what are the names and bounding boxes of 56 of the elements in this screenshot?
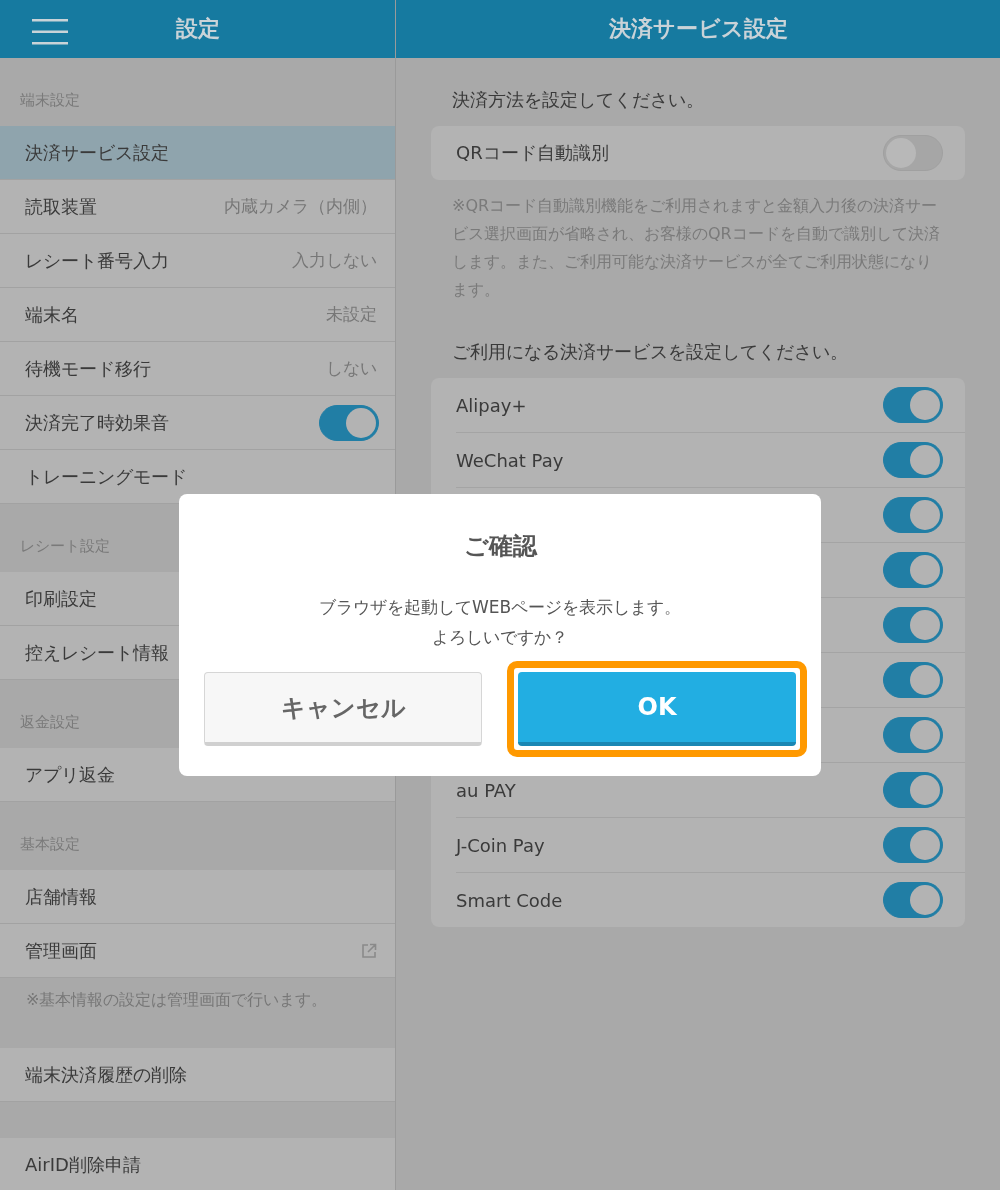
item-label: 決済完了時効果音 xyxy=(25,410,169,435)
toggle-switch[interactable] xyxy=(883,662,943,698)
toggle-switch[interactable] xyxy=(883,827,943,863)
page-title: 決済サービス設定 xyxy=(608,15,788,43)
dialog-message: ブラウザを起動してWEBページを表示します。 よろしいですか？ xyxy=(317,596,683,649)
menu-icon[interactable] xyxy=(32,19,68,45)
item-label: 控えレシート情報 xyxy=(25,640,169,665)
item-label: 印刷設定 xyxy=(25,586,97,611)
toggle-switch[interactable] xyxy=(883,717,943,753)
toggle-switch[interactable] xyxy=(883,882,943,918)
setting-label: QRコード自動識別 xyxy=(456,141,609,165)
cancel-button[interactable]: キャンセル xyxy=(204,672,482,746)
toggle-switch[interactable] xyxy=(883,135,943,171)
settings-item[interactable]: レシート番号入力 入力しない xyxy=(0,234,395,288)
settings-item[interactable]: 読取装置 内蔵カメラ（内側） xyxy=(0,180,395,234)
service-label: Alipay+ xyxy=(456,394,527,416)
section-heading: 決済方法を設定してください。 xyxy=(451,88,705,112)
service-label: Smart Code xyxy=(456,889,563,911)
item-label: 待機モード移行 xyxy=(25,356,151,381)
toggle-switch[interactable] xyxy=(883,607,943,643)
item-label: 決済サービス設定 xyxy=(25,140,169,165)
settings-item[interactable]: 決済サービス設定 xyxy=(0,126,395,180)
settings-item[interactable]: 端末決済履歴の削除 xyxy=(0,1048,395,1102)
external-link-icon xyxy=(361,942,377,959)
item-label: AirID削除申請 xyxy=(25,1152,141,1177)
settings-item[interactable]: AirID削除申請 xyxy=(0,1138,395,1190)
item-label: 読取装置 xyxy=(25,194,97,219)
toggle-switch[interactable] xyxy=(883,497,943,533)
item-value: しない xyxy=(326,357,377,380)
settings-item[interactable]: 管理画面 xyxy=(0,924,395,978)
item-label: 端末決済履歴の削除 xyxy=(25,1062,187,1087)
item-label: トレーニングモード xyxy=(25,464,187,489)
toggle-switch[interactable] xyxy=(883,552,943,588)
item-label: 店舗情報 xyxy=(25,884,97,909)
settings-item[interactable]: 決済完了時効果音 xyxy=(0,396,395,450)
toggle-switch[interactable] xyxy=(319,404,379,441)
service-label: J-Coin Pay xyxy=(456,834,545,856)
settings-item[interactable]: 端末名 未設定 xyxy=(0,288,395,342)
settings-item[interactable]: 待機モード移行 しない xyxy=(0,342,395,396)
section-heading: ご利用になる決済サービスを設定してください。 xyxy=(451,340,849,364)
settings-item[interactable]: 店舗情報 xyxy=(0,870,395,924)
item-value: 入力しない xyxy=(292,249,377,272)
service-label: WeChat Pay xyxy=(456,449,564,471)
item-label: 管理画面 xyxy=(25,938,97,963)
item-value: 内蔵カメラ（内側） xyxy=(224,195,377,218)
service-label: au PAY xyxy=(456,779,516,801)
toggle-switch[interactable] xyxy=(883,387,943,423)
dialog-title: ご確認 xyxy=(462,531,539,562)
item-value: 未設定 xyxy=(326,303,377,326)
item-label: アプリ返金 xyxy=(25,762,115,787)
sidebar-title: 設定 xyxy=(175,15,220,43)
toggle-switch[interactable] xyxy=(883,772,943,808)
settings-item[interactable]: トレーニングモード xyxy=(0,450,395,504)
toggle-switch[interactable] xyxy=(883,442,943,478)
item-label: レシート番号入力 xyxy=(25,248,169,273)
item-label: 端末名 xyxy=(25,302,79,327)
